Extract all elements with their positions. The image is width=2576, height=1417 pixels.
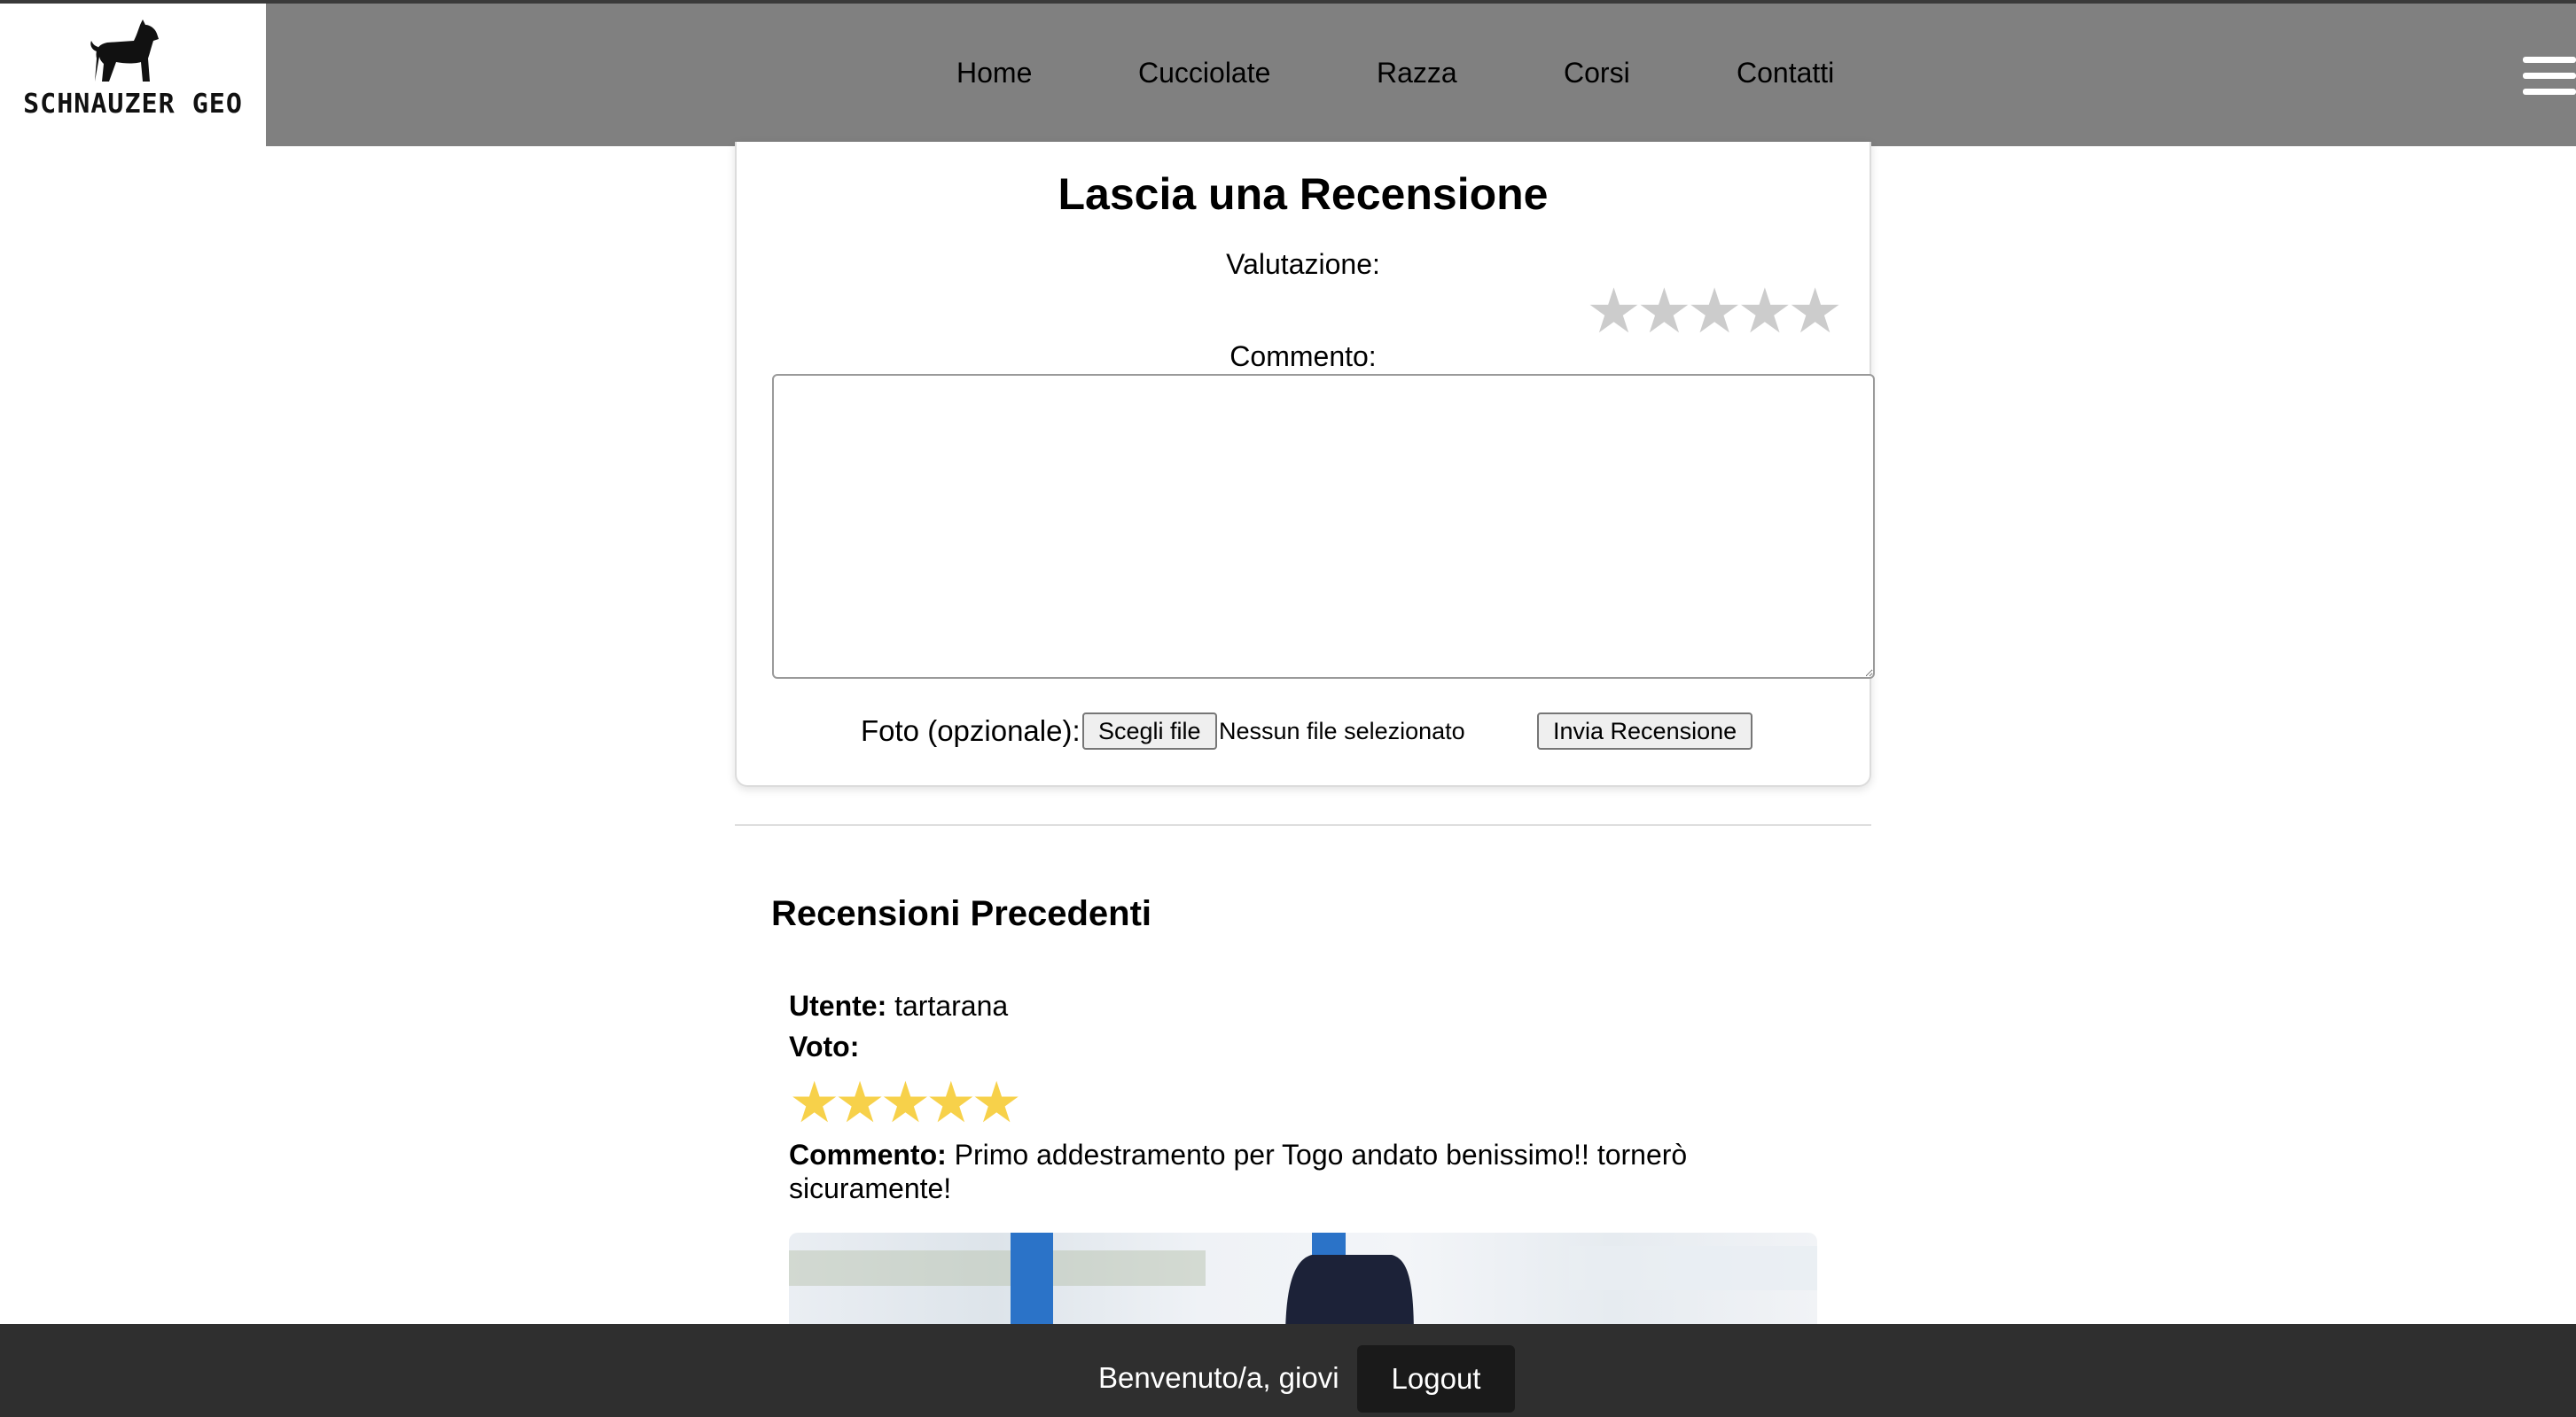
rating-star-2-icon[interactable]: ★ — [1636, 276, 1692, 346]
section-divider — [735, 824, 1871, 826]
comment-label: Commento: — [1229, 340, 1377, 372]
rating-star-4-icon[interactable]: ★ — [1737, 276, 1792, 346]
review-star-3-icon: ★ — [879, 1071, 931, 1134]
nav-cucciolate[interactable]: Cucciolate — [1138, 57, 1270, 90]
file-status: Nessun file selezionato — [1219, 718, 1465, 744]
previous-reviews-heading: Recensioni Precedenti — [771, 894, 1152, 933]
welcome-text: Benvenuto/a, giovi — [1098, 1361, 1339, 1394]
review-comment: Commento: Primo addestramento per Togo a… — [789, 1138, 1782, 1205]
nav-corsi[interactable]: Corsi — [1564, 57, 1630, 90]
hamburger-menu-icon[interactable] — [2523, 57, 2576, 96]
main-nav: Home Cucciolate Razza Corsi Contatti — [0, 57, 2576, 92]
photo-label: Foto (opzionale): — [861, 714, 1081, 747]
brand-name: SCHNAUZER GEO — [23, 89, 243, 120]
rating-star-1-icon[interactable]: ★ — [1586, 276, 1642, 346]
nav-razza[interactable]: Razza — [1377, 57, 1457, 90]
review-rating-stars: ★★★★★ — [789, 1074, 1817, 1131]
review-form-card: Lascia una Recensione Valutazione: ★★★★★… — [735, 142, 1875, 787]
review-photo — [789, 1233, 1817, 1339]
review-user: Utente: tartarana — [789, 985, 1817, 1026]
review-star-2-icon: ★ — [834, 1071, 885, 1134]
choose-file-button[interactable]: Scegli file — [1082, 712, 1217, 750]
review-star-4-icon: ★ — [925, 1071, 976, 1134]
review-star-5-icon: ★ — [971, 1071, 1022, 1134]
logout-button[interactable]: Logout — [1357, 1345, 1515, 1413]
review-star-1-icon: ★ — [789, 1071, 839, 1134]
comment-textarea[interactable] — [772, 374, 1875, 679]
review-item: Utente: tartarana Voto: ★★★★★ Commento: … — [789, 985, 1817, 1205]
review-vote: Voto: — [789, 1026, 1817, 1067]
review-photo-image — [789, 1233, 1817, 1339]
review-user-value: tartarana — [894, 990, 1009, 1022]
nav-home[interactable]: Home — [956, 57, 1032, 90]
review-vote-label: Voto: — [789, 1031, 860, 1063]
review-user-label: Utente: — [789, 990, 887, 1022]
form-title: Lascia una Recensione — [1058, 169, 1549, 219]
rating-star-5-icon[interactable]: ★ — [1787, 276, 1843, 346]
submit-review-button[interactable]: Invia Recensione — [1537, 712, 1753, 750]
rating-stars-input[interactable]: ★★★★★ — [1586, 280, 1843, 342]
rating-star-3-icon[interactable]: ★ — [1687, 276, 1743, 346]
review-comment-label: Commento: — [789, 1139, 947, 1171]
nav-contatti[interactable]: Contatti — [1737, 57, 1834, 90]
